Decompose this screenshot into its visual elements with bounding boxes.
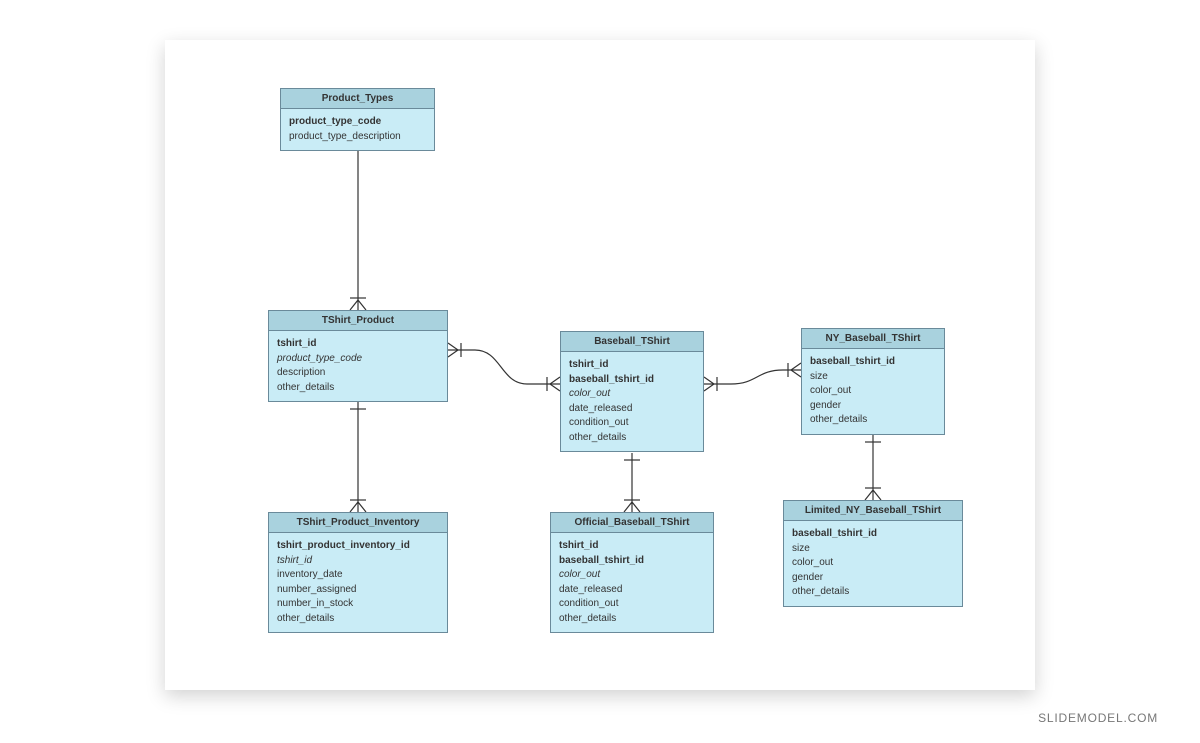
entity-body: product_type_code product_type_descripti… bbox=[281, 109, 434, 150]
entity-ny-baseball-tshirt: NY_Baseball_TShirt baseball_tshirt_id si… bbox=[801, 328, 945, 435]
entity-body: tshirt_id product_type_code description … bbox=[269, 331, 447, 401]
entity-title: Product_Types bbox=[281, 89, 434, 109]
attr: other_details bbox=[559, 612, 705, 627]
attr: color_out bbox=[569, 387, 695, 402]
attr: other_details bbox=[810, 413, 936, 428]
attr: baseball_tshirt_id bbox=[559, 554, 705, 569]
entity-title: Official_Baseball_TShirt bbox=[551, 513, 713, 533]
attr: condition_out bbox=[559, 597, 705, 612]
entity-title: Limited_NY_Baseball_TShirt bbox=[784, 501, 962, 521]
rel-product-types-tshirt bbox=[350, 137, 366, 310]
attr: number_in_stock bbox=[277, 597, 439, 612]
footer-credit: SLIDEMODEL.COM bbox=[1038, 711, 1158, 725]
attr: date_released bbox=[559, 583, 705, 598]
attr: product_type_code bbox=[289, 115, 426, 130]
entity-baseball-tshirt: Baseball_TShirt tshirt_id baseball_tshir… bbox=[560, 331, 704, 452]
entity-body: tshirt_id baseball_tshirt_id color_out d… bbox=[551, 533, 713, 632]
attr: tshirt_id bbox=[559, 539, 705, 554]
entity-official-baseball-tshirt: Official_Baseball_TShirt tshirt_id baseb… bbox=[550, 512, 714, 633]
attr: gender bbox=[792, 571, 954, 586]
entity-body: baseball_tshirt_id size color_out gender… bbox=[802, 349, 944, 434]
entity-title: NY_Baseball_TShirt bbox=[802, 329, 944, 349]
attr: size bbox=[792, 542, 954, 557]
attr: number_assigned bbox=[277, 583, 439, 598]
entity-title: Baseball_TShirt bbox=[561, 332, 703, 352]
rel-baseball-ny bbox=[704, 363, 801, 391]
entity-product-types: Product_Types product_type_code product_… bbox=[280, 88, 435, 151]
attr: inventory_date bbox=[277, 568, 439, 583]
attr: tshirt_id bbox=[277, 337, 439, 352]
attr: baseball_tshirt_id bbox=[569, 373, 695, 388]
entity-title: TShirt_Product bbox=[269, 311, 447, 331]
attr: tshirt_product_inventory_id bbox=[277, 539, 439, 554]
attr: description bbox=[277, 366, 439, 381]
attr: tshirt_id bbox=[569, 358, 695, 373]
entity-tshirt-product: TShirt_Product tshirt_id product_type_co… bbox=[268, 310, 448, 402]
entity-body: baseball_tshirt_id size color_out gender… bbox=[784, 521, 962, 606]
attr: size bbox=[810, 370, 936, 385]
attr: tshirt_id bbox=[277, 554, 439, 569]
attr: other_details bbox=[277, 381, 439, 396]
entity-tshirt-product-inventory: TShirt_Product_Inventory tshirt_product_… bbox=[268, 512, 448, 633]
rel-baseball-official bbox=[624, 453, 640, 512]
rel-tshirt-baseball bbox=[448, 343, 560, 391]
attr: product_type_description bbox=[289, 130, 426, 145]
attr: condition_out bbox=[569, 416, 695, 431]
entity-body: tshirt_id baseball_tshirt_id color_out d… bbox=[561, 352, 703, 451]
attr: color_out bbox=[792, 556, 954, 571]
attr: gender bbox=[810, 399, 936, 414]
entity-limited-ny-baseball-tshirt: Limited_NY_Baseball_TShirt baseball_tshi… bbox=[783, 500, 963, 607]
attr: color_out bbox=[559, 568, 705, 583]
attr: other_details bbox=[277, 612, 439, 627]
rel-tshirt-inventory bbox=[350, 402, 366, 512]
attr: product_type_code bbox=[277, 352, 439, 367]
attr: baseball_tshirt_id bbox=[810, 355, 936, 370]
entity-body: tshirt_product_inventory_id tshirt_id in… bbox=[269, 533, 447, 632]
entity-title: TShirt_Product_Inventory bbox=[269, 513, 447, 533]
attr: baseball_tshirt_id bbox=[792, 527, 954, 542]
diagram-canvas: Product_Types product_type_code product_… bbox=[165, 40, 1035, 690]
attr: other_details bbox=[569, 431, 695, 446]
attr: color_out bbox=[810, 384, 936, 399]
attr: other_details bbox=[792, 585, 954, 600]
attr: date_released bbox=[569, 402, 695, 417]
rel-ny-limited bbox=[865, 435, 881, 500]
